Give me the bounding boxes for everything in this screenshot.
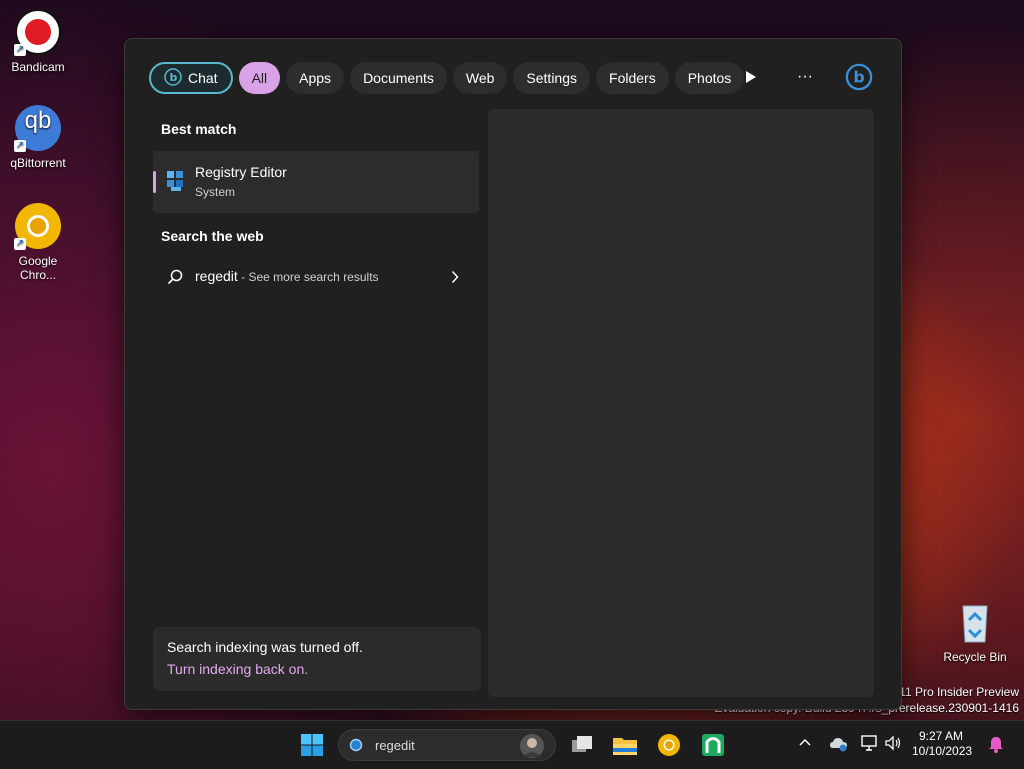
bing-icon: b xyxy=(164,67,182,89)
task-view-icon[interactable] xyxy=(566,729,598,761)
filter-photos[interactable]: Photos xyxy=(674,62,745,94)
search-web-heading: Search the web xyxy=(161,228,264,244)
onedrive-icon[interactable] xyxy=(829,736,849,755)
desktop-icon-label: Google Chro... xyxy=(18,254,58,282)
indexing-notice: Search indexing was turned off. Turn ind… xyxy=(153,627,481,691)
network-icon[interactable] xyxy=(860,735,878,754)
recycle-bin-icon xyxy=(951,598,999,646)
play-icon[interactable] xyxy=(737,63,765,91)
bandicam-icon: ↗ xyxy=(14,8,62,56)
desktop-icon-bandicam[interactable]: ↗ Bandicam xyxy=(0,8,76,74)
chevron-right-icon xyxy=(451,270,459,289)
qbittorrent-icon: qb ↗ xyxy=(14,104,62,152)
chat-button[interactable]: b Chat xyxy=(149,62,233,94)
web-result-text: regedit - See more search results xyxy=(195,268,379,284)
chevron-up-icon[interactable] xyxy=(798,735,812,750)
chrome-canary-taskbar-icon[interactable] xyxy=(653,729,685,761)
start-icon[interactable] xyxy=(296,729,328,761)
filter-all[interactable]: All xyxy=(238,62,281,94)
svg-text:b: b xyxy=(170,71,178,84)
search-panel: b Chat All Apps Documents Web Settings F… xyxy=(124,38,902,710)
clock[interactable]: 9:27 AM 10/10/2023 xyxy=(912,729,973,759)
web-result-suffix: - See more search results xyxy=(237,270,379,284)
notification-bell-icon[interactable] xyxy=(988,735,1004,756)
desktop-icon-label: Bandicam xyxy=(11,60,65,74)
volume-icon[interactable] xyxy=(884,735,902,754)
filter-folders[interactable]: Folders xyxy=(596,62,669,94)
desktop-icon-chrome[interactable]: ↗ Google Chro... xyxy=(0,202,76,282)
chrome-canary-icon: ↗ xyxy=(14,202,62,250)
taskbar-search-box[interactable]: regedit xyxy=(338,729,556,761)
chat-label: Chat xyxy=(188,70,218,86)
clock-date: 10/10/2023 xyxy=(912,744,973,758)
file-explorer-icon[interactable] xyxy=(609,729,641,761)
best-match-heading: Best match xyxy=(161,121,237,137)
panel-tools: ··· b xyxy=(737,63,873,91)
web-result-query: regedit xyxy=(195,268,238,284)
search-highlight-icon xyxy=(519,733,545,764)
clock-time: 9:27 AM xyxy=(918,729,964,743)
web-search-result[interactable]: regedit - See more search results xyxy=(153,261,479,293)
search-icon xyxy=(349,738,363,757)
indexing-notice-text: Search indexing was turned off. xyxy=(167,639,363,655)
registry-editor-icon xyxy=(165,169,187,198)
desktop-icon-label: Recycle Bin xyxy=(943,650,1007,664)
filter-settings[interactable]: Settings xyxy=(513,62,591,94)
more-options-icon[interactable]: ··· xyxy=(791,63,819,91)
desktop-icon-recycle-bin[interactable]: Recycle Bin xyxy=(937,598,1013,664)
taskbar-search-text: regedit xyxy=(375,738,415,753)
svg-text:b: b xyxy=(853,68,864,87)
bing-chat-icon[interactable]: b xyxy=(845,63,873,91)
filter-web[interactable]: Web xyxy=(452,62,508,94)
desktop-icon-label: qBittorrent xyxy=(10,156,66,170)
best-match-result[interactable]: Registry Editor System xyxy=(153,151,479,213)
turn-indexing-on-link[interactable]: Turn indexing back on. xyxy=(167,661,308,677)
best-match-subtitle: System xyxy=(195,185,236,199)
filter-bar: b Chat All Apps Documents Web Settings F… xyxy=(149,61,745,95)
filter-apps[interactable]: Apps xyxy=(286,62,345,94)
preview-pane xyxy=(488,109,874,697)
watermark-line-1: 11 Pro Insider Preview xyxy=(899,685,1019,699)
selection-indicator xyxy=(153,171,156,193)
taskbar: regedit 9:27 AM 10/10/2023 xyxy=(0,720,1024,769)
filter-documents[interactable]: Documents xyxy=(350,62,447,94)
app-n-icon[interactable] xyxy=(697,729,729,761)
best-match-title: Registry Editor xyxy=(195,164,287,180)
search-icon xyxy=(167,269,183,290)
desktop-icon-qbittorrent[interactable]: qb ↗ qBittorrent xyxy=(0,104,76,170)
